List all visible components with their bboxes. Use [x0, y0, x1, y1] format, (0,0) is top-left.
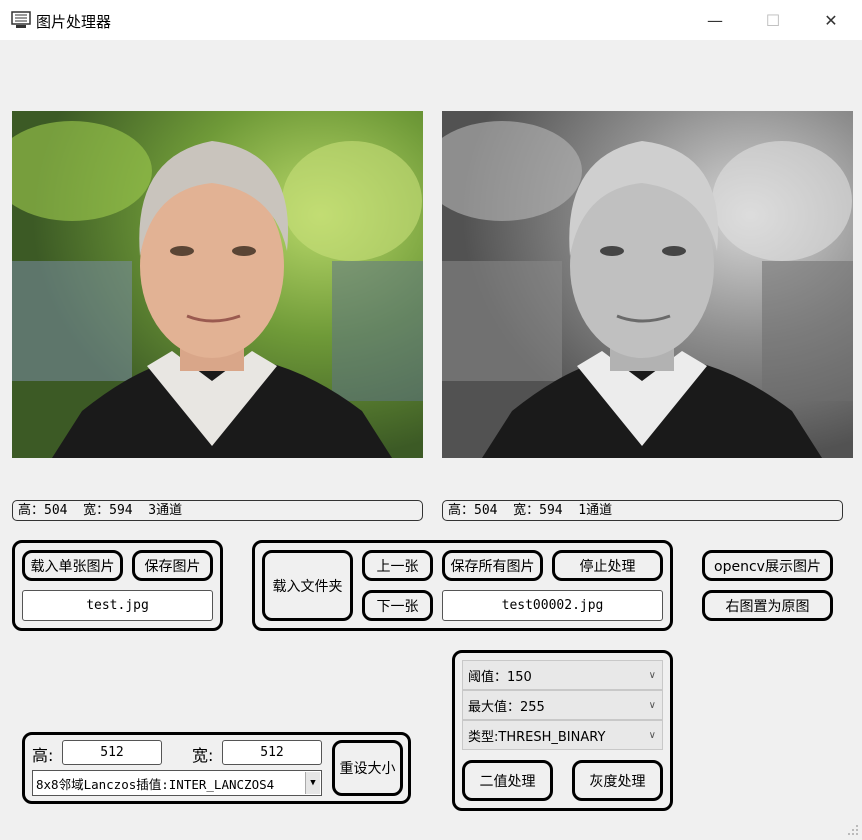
threshold-type: 类型:THRESH_BINARY	[468, 729, 606, 745]
binary-process-button[interactable]: 二值处理	[462, 760, 553, 801]
dropdown-arrow-icon: ▼	[305, 772, 320, 794]
minimize-button[interactable]: —	[686, 0, 744, 40]
processed-image-info: 高：504 宽：594 1通道	[442, 500, 843, 521]
maximize-button[interactable]: ☐	[744, 0, 802, 40]
single-filename-field[interactable]: test.jpg	[22, 590, 213, 621]
processed-image	[442, 111, 853, 458]
width-input[interactable]: 512	[222, 740, 322, 765]
opencv-show-button[interactable]: opencv展示图片	[702, 550, 833, 581]
save-image-button[interactable]: 保存图片	[132, 550, 213, 581]
resize-button[interactable]: 重设大小	[332, 740, 403, 796]
chevron-down-icon: ∨	[648, 699, 656, 711]
threshold-value: 阈值：150	[468, 669, 532, 685]
current-file-field[interactable]: test00002.jpg	[442, 590, 663, 621]
max-value-select[interactable]: 最大值：255 ∨	[462, 690, 663, 720]
stop-processing-button[interactable]: 停止处理	[552, 550, 663, 581]
prev-image-button[interactable]: 上一张	[362, 550, 433, 581]
width-label: 宽:	[192, 746, 214, 765]
next-image-button[interactable]: 下一张	[362, 590, 433, 621]
threshold-type-select[interactable]: 类型:THRESH_BINARY ∨	[462, 720, 663, 750]
original-image	[12, 111, 423, 458]
chevron-down-icon: ∨	[648, 729, 656, 741]
resize-grip-icon[interactable]	[846, 822, 860, 836]
load-folder-button[interactable]: 载入文件夹	[262, 550, 353, 621]
chevron-down-icon: ∨	[648, 669, 656, 681]
monitor-icon	[10, 10, 32, 30]
load-single-image-button[interactable]: 载入单张图片	[22, 550, 123, 581]
max-value: 最大值：255	[468, 699, 545, 715]
gray-process-button[interactable]: 灰度处理	[572, 760, 663, 801]
height-label: 高:	[32, 746, 54, 765]
reset-right-image-button[interactable]: 右图置为原图	[702, 590, 833, 621]
height-input[interactable]: 512	[62, 740, 162, 765]
interpolation-select[interactable]: 8x8邻域Lanczos插值:INTER_LANCZOS4 ▼	[32, 770, 322, 796]
original-image-info: 高：504 宽：594 3通道	[12, 500, 423, 521]
window-title: 图片处理器	[36, 13, 112, 31]
interpolation-value: 8x8邻域Lanczos插值:INTER_LANCZOS4	[36, 776, 275, 792]
threshold-select[interactable]: 阈值：150 ∨	[462, 660, 663, 690]
save-all-button[interactable]: 保存所有图片	[442, 550, 543, 581]
close-button[interactable]: ✕	[802, 0, 860, 40]
